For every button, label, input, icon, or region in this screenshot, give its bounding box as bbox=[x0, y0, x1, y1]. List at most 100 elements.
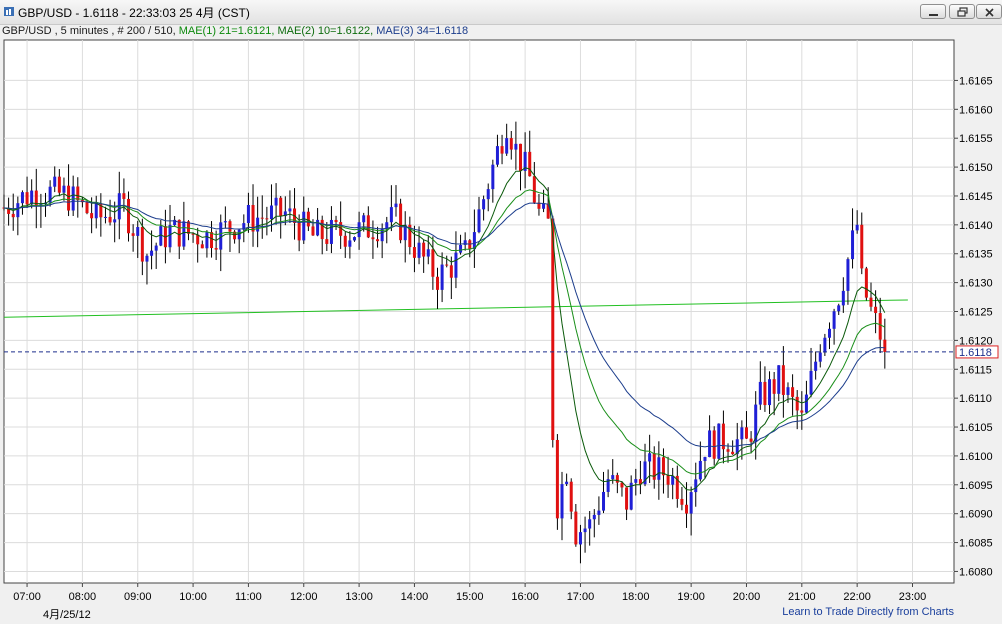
candle-body bbox=[532, 176, 536, 203]
candle-body bbox=[454, 252, 458, 278]
candle-body bbox=[574, 511, 578, 545]
candle-body bbox=[519, 143, 523, 171]
y-tick-label: 1.6165 bbox=[959, 75, 993, 87]
candle-body bbox=[588, 519, 592, 529]
current-price-label: 1.6118 bbox=[959, 347, 992, 359]
x-tick-label: 22:00 bbox=[843, 591, 871, 603]
candle-body bbox=[131, 233, 135, 236]
candle-body bbox=[362, 215, 366, 223]
candle-body bbox=[583, 528, 587, 533]
candle-body bbox=[348, 240, 352, 247]
candle-body bbox=[274, 197, 278, 206]
candle-body bbox=[371, 237, 375, 240]
candle-body bbox=[279, 197, 283, 217]
x-tick-label: 15:00 bbox=[456, 591, 484, 603]
x-tick-label: 21:00 bbox=[788, 591, 816, 603]
candle-body bbox=[772, 379, 776, 394]
candle-body bbox=[818, 352, 822, 362]
candle-body bbox=[288, 208, 292, 212]
candle-body bbox=[440, 264, 444, 290]
y-tick-label: 1.6150 bbox=[959, 162, 993, 174]
candle-body bbox=[763, 381, 767, 406]
candle-body bbox=[67, 185, 71, 211]
candle-body bbox=[781, 365, 785, 395]
candle-body bbox=[154, 245, 158, 251]
candle-body bbox=[25, 192, 29, 205]
candle-body bbox=[311, 226, 315, 236]
candle-body bbox=[366, 215, 370, 238]
candle-body bbox=[602, 491, 606, 511]
candle-body bbox=[11, 213, 15, 218]
candle-body bbox=[297, 222, 301, 241]
candle-body bbox=[814, 361, 818, 371]
learn-to-trade-link[interactable]: Learn to Trade Directly from Charts bbox=[782, 606, 954, 618]
candle-body bbox=[16, 203, 20, 218]
candle-body bbox=[62, 185, 66, 193]
candle-body bbox=[528, 151, 532, 177]
candle-body bbox=[827, 328, 831, 338]
candle-body bbox=[495, 146, 499, 165]
candle-body bbox=[219, 222, 223, 250]
candle-body bbox=[399, 203, 403, 241]
x-tick-label: 09:00 bbox=[124, 591, 152, 603]
candle-body bbox=[800, 410, 804, 413]
candle-body bbox=[758, 381, 762, 405]
candle-body bbox=[500, 146, 504, 154]
candle-body bbox=[505, 138, 509, 154]
candle-body bbox=[426, 249, 430, 257]
x-tick-label: 16:00 bbox=[511, 591, 539, 603]
candle-body bbox=[634, 479, 638, 483]
candle-body bbox=[625, 487, 629, 510]
candle-body bbox=[740, 427, 744, 440]
candle-body bbox=[560, 484, 564, 519]
candle-body bbox=[108, 216, 112, 223]
candle-body bbox=[412, 247, 416, 258]
candle-body bbox=[768, 379, 772, 406]
candle-body bbox=[648, 453, 652, 462]
candle-body bbox=[592, 514, 596, 520]
candle-body bbox=[804, 394, 808, 413]
candle-body bbox=[343, 235, 347, 247]
candle-body bbox=[565, 481, 569, 485]
candle-body bbox=[569, 481, 573, 512]
x-tick-label: 07:00 bbox=[13, 591, 41, 603]
candle-body bbox=[320, 219, 324, 240]
candle-body bbox=[182, 221, 186, 247]
candle-body bbox=[837, 305, 841, 312]
candle-body bbox=[482, 199, 486, 210]
x-tick-label: 23:00 bbox=[899, 591, 927, 603]
candle-body bbox=[90, 213, 94, 219]
candle-body bbox=[712, 430, 716, 459]
candle-body bbox=[855, 224, 859, 231]
candle-body bbox=[680, 498, 684, 505]
y-tick-label: 1.6080 bbox=[959, 566, 993, 578]
candle-body bbox=[744, 427, 748, 439]
candle-body bbox=[477, 209, 481, 233]
candle-body bbox=[703, 457, 707, 461]
candle-body bbox=[597, 510, 601, 515]
date-label: 4月/25/12 bbox=[43, 609, 91, 621]
candle-body bbox=[698, 460, 702, 480]
candle-body bbox=[459, 244, 463, 253]
y-tick-label: 1.6160 bbox=[959, 104, 993, 116]
candle-body bbox=[417, 242, 421, 258]
candle-body bbox=[265, 218, 269, 220]
candle-body bbox=[666, 475, 670, 485]
candle-body bbox=[389, 207, 393, 223]
candle-body bbox=[435, 276, 439, 290]
x-tick-label: 17:00 bbox=[567, 591, 595, 603]
y-tick-label: 1.6155 bbox=[959, 133, 993, 145]
candle-body bbox=[786, 387, 790, 395]
candle-body bbox=[445, 264, 449, 266]
candle-body bbox=[122, 193, 126, 199]
candle-body bbox=[841, 290, 845, 306]
candle-body bbox=[671, 475, 675, 485]
candle-body bbox=[127, 198, 131, 234]
candle-body bbox=[846, 259, 850, 291]
price-chart[interactable]: 1.6080 1.6085 1.6090 1.6095 1.6100 1.6105 1.61… bbox=[0, 0, 1002, 624]
candle-body bbox=[657, 457, 661, 480]
y-tick-label: 1.6085 bbox=[959, 538, 993, 550]
candle-body bbox=[94, 203, 98, 219]
candle-body bbox=[168, 225, 172, 248]
y-tick-label: 1.6135 bbox=[959, 249, 993, 261]
